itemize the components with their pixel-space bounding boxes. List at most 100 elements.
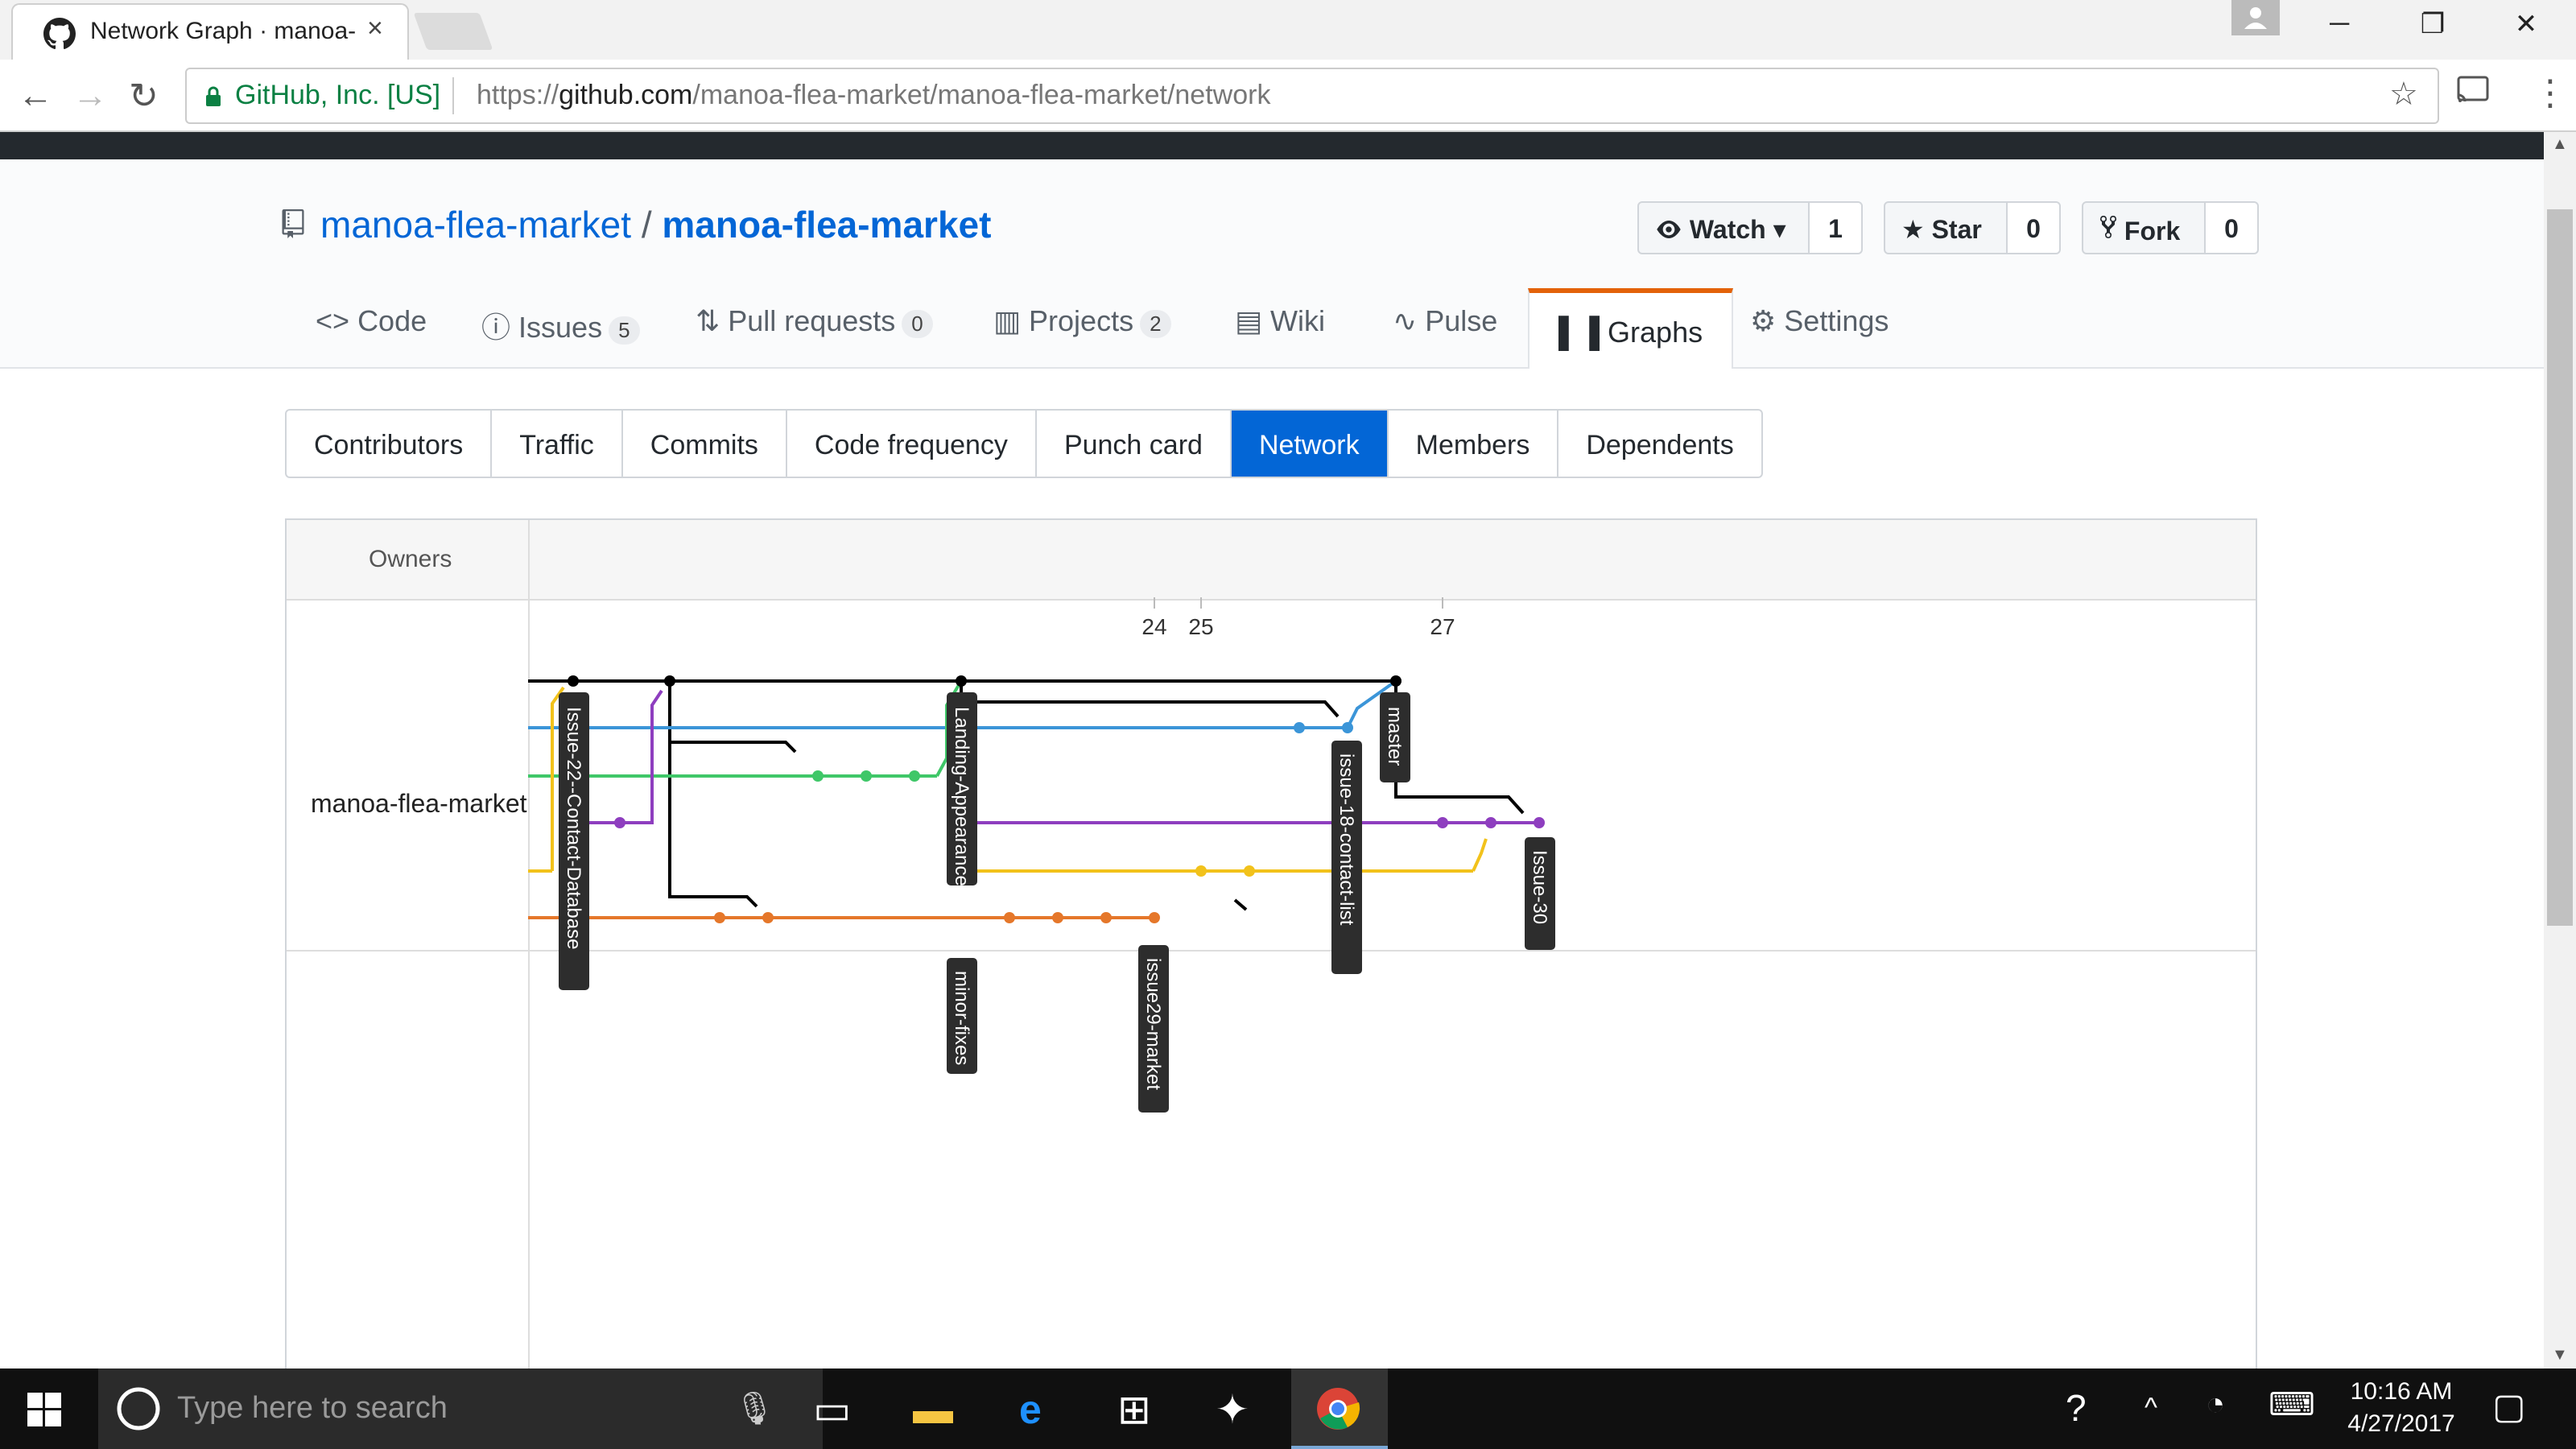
cortana-icon [116,1386,161,1435]
microphone-icon[interactable]: 🎙 [734,1389,775,1427]
tab-pull-requests[interactable]: ⇅ Pull requests 0 [696,304,933,338]
file-explorer-icon[interactable]: ▬ [913,1386,953,1433]
repo-header: manoa-flea-market / manoa-flea-market Wa… [0,159,2544,369]
github-header-bar [0,132,2544,159]
repo-owner-link[interactable]: manoa-flea-market [320,204,631,246]
eye-icon [1655,215,1690,244]
scroll-down-icon[interactable]: ▼ [2552,1346,2568,1364]
watch-button[interactable]: Watch ▾ [1637,201,1810,254]
tab-graphs-label: Graphs [1608,316,1703,349]
branch-label-issue-18[interactable]: issue-18-contact-list [1331,741,1362,974]
browser-toolbar: ← → ↻ GitHub, Inc. [US] https://github.c… [0,60,2576,132]
forward-icon[interactable]: → [72,76,108,116]
gear-icon: ⚙ [1750,304,1777,337]
close-tab-icon[interactable]: × [367,13,383,44]
tab-code[interactable]: <> Code [316,304,427,338]
watch-count[interactable]: 1 [1810,201,1863,254]
fork-button[interactable]: Fork [2082,201,2206,254]
tab-settings[interactable]: ⚙ Settings [1750,304,1889,338]
network-graph-panel: Owners manoa-flea-market 24 25 27 Issue-… [285,518,2257,1373]
edge-icon[interactable]: e [1019,1386,1042,1433]
pull-requests-count-badge: 0 [902,310,933,338]
fork-count[interactable]: 0 [2206,201,2259,254]
tab-pulse[interactable]: ∿ Pulse [1393,304,1497,338]
subnav-network[interactable]: Network [1231,411,1389,477]
windows-taskbar: Type here to search 🎙 ▭ ▬ e ⊞ ✦ ? ^ ◔ ⌨ … [0,1368,2576,1449]
tab-graphs[interactable]: ▌▐ Graphs [1528,288,1734,369]
branch-label-master[interactable]: master [1380,692,1410,782]
repo-name-link[interactable]: manoa-flea-market [662,204,991,246]
network-graph-canvas[interactable]: 24 25 27 Issue-22--Contact-Database Land… [287,520,2256,1370]
subnav-contributors[interactable]: Contributors [287,411,493,477]
url-host: github.com [559,80,693,110]
browser-tab[interactable]: Network Graph · manoa- × [11,3,409,60]
scroll-up-icon[interactable]: ▲ [2552,135,2568,154]
chrome-menu-icon[interactable]: ⋮ [2533,72,2568,114]
tab-wiki[interactable]: ▤ Wiki [1235,304,1325,338]
star-count[interactable]: 0 [2008,201,2061,254]
dropbox-icon[interactable]: ✦ [1216,1386,1249,1433]
new-tab-button[interactable] [413,13,493,50]
subnav-code-frequency[interactable]: Code frequency [787,411,1037,477]
tab-issues-label: Issues [518,311,603,344]
scrollbar-thumb[interactable] [2547,209,2573,926]
keyboard-icon[interactable]: ⌨ [2268,1386,2315,1423]
user-profile-icon[interactable] [2231,0,2280,35]
pulse-icon: ∿ [1393,304,1418,337]
issues-count-badge: 5 [609,316,640,345]
branch-label-minor-fixes[interactable]: minor-fixes [947,958,977,1074]
subnav-members[interactable]: Members [1389,411,1559,477]
restore-icon[interactable]: ❐ [2409,8,2457,40]
projects-count-badge: 2 [1140,310,1171,338]
task-view-icon[interactable]: ▭ [813,1386,851,1433]
chrome-icon [1315,1386,1360,1435]
clock-date: 4/27/2017 [2347,1410,2455,1437]
back-icon[interactable]: ← [18,76,53,116]
action-center-icon[interactable]: ▢ [2492,1386,2526,1427]
store-icon[interactable]: ⊞ [1117,1386,1151,1433]
branch-label-issue-30[interactable]: Issue-30 [1525,837,1555,950]
repo-icon [282,209,304,242]
branch-label-issue29-market[interactable]: issue29-market [1138,945,1169,1113]
date-label: 27 [1430,614,1455,639]
windows-start-icon[interactable] [27,1393,61,1430]
date-labels: 24 25 27 [1141,597,1455,639]
watch-label: Watch ▾ [1689,215,1786,244]
tab-settings-label: Settings [1784,304,1889,337]
help-icon[interactable]: ? [2066,1386,2087,1430]
branch-label-issue-22[interactable]: Issue-22--Contact-Database [559,692,589,990]
fork-icon [2099,216,2124,246]
branch-label-landing-appearance[interactable]: Landing-Appearance [947,692,977,886]
subnav-punch-card[interactable]: Punch card [1037,411,1232,477]
wifi-icon[interactable]: ◔ [2206,1386,2225,1422]
taskbar-search-box[interactable]: Type here to search 🎙 [98,1368,823,1449]
chrome-taskbar-button[interactable] [1291,1368,1388,1449]
tab-issues[interactable]: ⓘ Issues 5 [481,304,640,346]
svg-text:minor-fixes: minor-fixes [951,971,972,1065]
reload-icon[interactable]: ↻ [129,76,159,117]
window-close-icon[interactable]: ✕ [2502,8,2550,40]
cast-icon[interactable] [2455,74,2491,115]
subnav-traffic[interactable]: Traffic [492,411,623,477]
tab-wiki-label: Wiki [1270,304,1326,337]
project-icon: ▥ [993,304,1022,337]
subnav-dependents[interactable]: Dependents [1558,411,1761,477]
star-icon: ★ [1901,215,1925,244]
date-label: 24 [1141,614,1166,639]
star-button[interactable]: ★ Star [1884,201,2008,254]
github-logo-icon [43,18,76,54]
search-placeholder: Type here to search [177,1391,448,1425]
minimize-icon[interactable]: ─ [2315,8,2363,39]
show-hidden-icons-chevron[interactable]: ^ [2145,1393,2157,1424]
svg-text:issue-18-contact-list: issue-18-contact-list [1335,753,1357,926]
url-scheme: https:// [477,80,559,110]
bookmark-star-icon[interactable]: ☆ [2389,76,2418,113]
address-bar[interactable]: GitHub, Inc. [US] https://github.com/man… [185,68,2439,124]
subnav-commits[interactable]: Commits [623,411,787,477]
fork-label: Fork [2124,217,2181,246]
taskbar-clock[interactable]: 10:16 AM 4/27/2017 [2341,1378,2462,1438]
svg-text:Issue-30: Issue-30 [1529,850,1550,924]
tab-projects[interactable]: ▥ Projects 2 [993,304,1171,338]
breadcrumb: manoa-flea-market / manoa-flea-market [320,203,991,246]
breadcrumb-separator: / [641,204,652,246]
